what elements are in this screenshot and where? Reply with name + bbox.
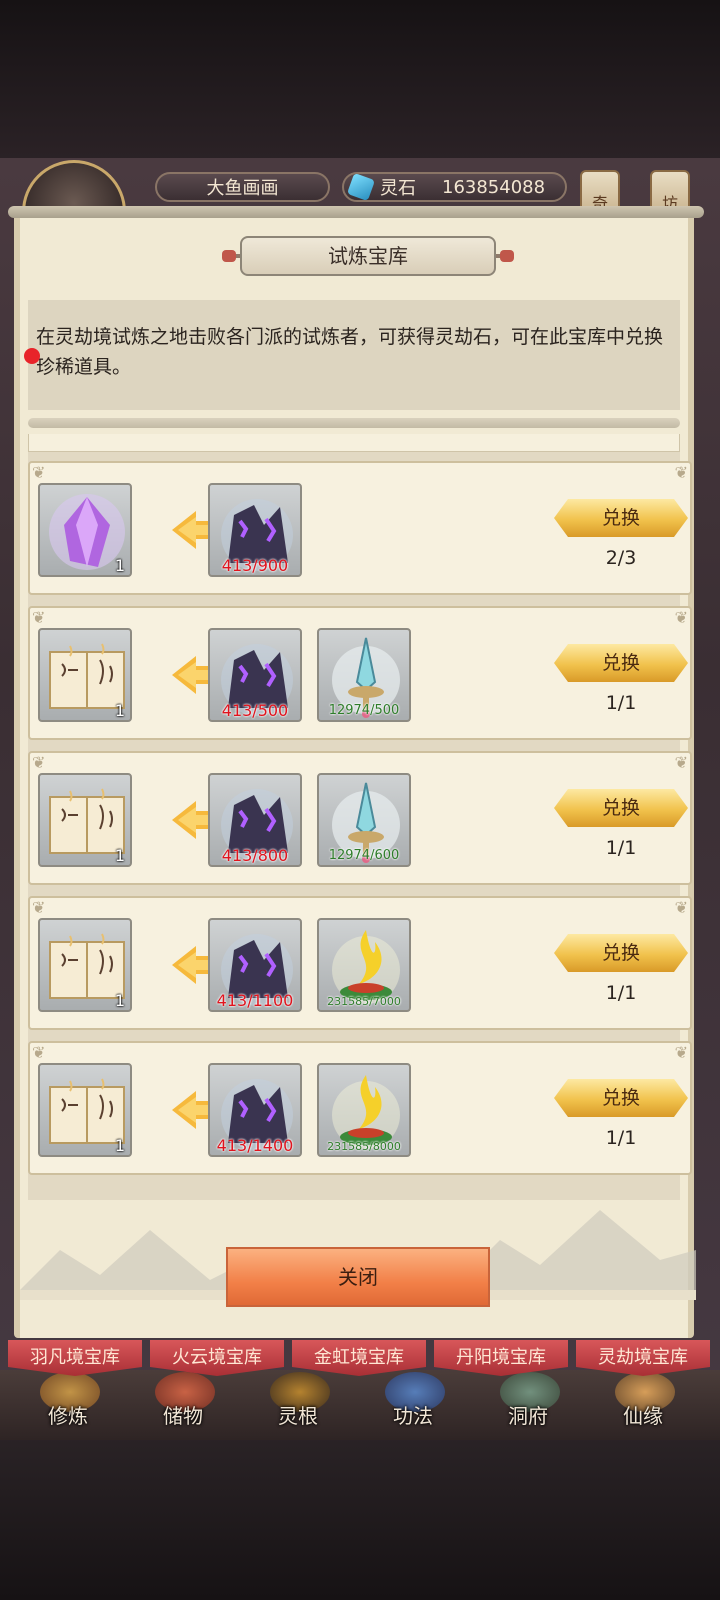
- cost-slot[interactable]: 413/1400: [208, 1063, 302, 1157]
- cost-progress: 12974/600: [328, 848, 400, 863]
- ornament-corner: ❦: [32, 608, 46, 627]
- ornament-corner: ❦: [32, 463, 46, 482]
- ornament-corner: ❦: [674, 898, 688, 917]
- exchange-button[interactable]: 兑换: [554, 789, 688, 827]
- exchange-button[interactable]: 兑换: [554, 1079, 688, 1117]
- dialog-title: 试炼宝库: [240, 236, 496, 276]
- reward-count: 1: [114, 701, 125, 720]
- reward-slot[interactable]: 1: [38, 628, 132, 722]
- nav-technique[interactable]: 功法: [363, 1400, 463, 1429]
- cost-slot[interactable]: 413/500: [208, 628, 302, 722]
- ornament-corner: ❦: [674, 1043, 688, 1062]
- nav-fate[interactable]: 仙缘: [593, 1400, 693, 1429]
- ornament-corner: ❦: [32, 898, 46, 917]
- reward-count: 1: [114, 991, 125, 1010]
- top-letterbox: [0, 0, 720, 160]
- currency-value: 163854088: [442, 176, 546, 198]
- ornament-corner: ❦: [32, 1043, 46, 1062]
- cost-progress: 413/1400: [216, 1136, 294, 1155]
- exchange-remaining: 1/1: [605, 1127, 637, 1149]
- reward-count: 1: [114, 556, 125, 575]
- nav-storage[interactable]: 储物: [133, 1400, 233, 1429]
- nav-cultivate[interactable]: 修炼: [18, 1400, 118, 1429]
- exchange-row: ❦ ❦ 1 413/800 12974/600 兑换 1/1: [28, 751, 692, 885]
- exchange-row: ❦ ❦ 1 413/500 12974/500 兑换 1/1: [28, 606, 692, 740]
- ornament-corner: ❦: [32, 753, 46, 772]
- currency-display: 灵石 163854088: [342, 172, 567, 202]
- cost-slot[interactable]: 413/900: [208, 483, 302, 577]
- cost-slot[interactable]: 231585/7000: [317, 918, 411, 1012]
- cost-progress: 231585/8000: [327, 1140, 401, 1153]
- cost-progress: 413/1100: [216, 991, 294, 1010]
- reward-count: 1: [114, 1136, 125, 1155]
- spirit-stone-icon: [346, 172, 376, 202]
- ornament-corner: ❦: [674, 608, 688, 627]
- cost-progress: 413/800: [221, 846, 289, 865]
- cost-slot[interactable]: 12974/500: [317, 628, 411, 722]
- exchange-remaining: 1/1: [605, 837, 637, 859]
- exchange-remaining: 1/1: [605, 982, 637, 1004]
- list-top-edge: [28, 434, 680, 452]
- exchange-button[interactable]: 兑换: [554, 934, 688, 972]
- cost-slot[interactable]: 413/800: [208, 773, 302, 867]
- cost-progress: 12974/500: [328, 703, 400, 718]
- reward-slot[interactable]: 1: [38, 1063, 132, 1157]
- currency-label: 灵石: [380, 178, 416, 199]
- reward-slot[interactable]: 1: [38, 918, 132, 1012]
- bottom-letterbox: [0, 1436, 720, 1600]
- exchange-row: ❦ ❦ 1 413/1400 231585/8000 兑换 1/1: [28, 1041, 692, 1175]
- nav-spirit-root[interactable]: 灵根: [248, 1400, 348, 1429]
- close-button[interactable]: 关闭: [226, 1247, 490, 1307]
- cost-progress: 413/500: [221, 701, 289, 720]
- notification-dot: [24, 348, 40, 364]
- player-name: 大鱼画画: [155, 172, 330, 202]
- cost-progress: 413/900: [221, 556, 289, 575]
- exchange-row: ❦ ❦ 1 413/1100 231585/7000 兑换 1/1: [28, 896, 692, 1030]
- cost-slot[interactable]: 413/1100: [208, 918, 302, 1012]
- exchange-row: ❦ ❦ 1 413/900 兑换 2/3: [28, 461, 692, 595]
- ornament-corner: ❦: [674, 463, 688, 482]
- reward-count: 1: [114, 846, 125, 865]
- exchange-button[interactable]: 兑换: [554, 499, 688, 537]
- reward-slot[interactable]: 1: [38, 773, 132, 867]
- dialog-description: 在灵劫境试炼之地击败各门派的试炼者，可获得灵劫石，可在此宝库中兑换珍稀道具。: [28, 300, 680, 410]
- cost-progress: 231585/7000: [327, 995, 401, 1008]
- title-knob-left: [222, 250, 236, 262]
- nav-cave[interactable]: 洞府: [478, 1400, 578, 1429]
- title-knob-right: [500, 250, 514, 262]
- cost-slot[interactable]: 12974/600: [317, 773, 411, 867]
- divider: [28, 418, 680, 428]
- exchange-button[interactable]: 兑换: [554, 644, 688, 682]
- ornament-corner: ❦: [674, 753, 688, 772]
- reward-slot[interactable]: 1: [38, 483, 132, 577]
- exchange-remaining: 1/1: [605, 692, 637, 714]
- exchange-remaining: 2/3: [605, 547, 637, 569]
- cost-slot[interactable]: 231585/8000: [317, 1063, 411, 1157]
- scroll-rod-top: [8, 206, 704, 218]
